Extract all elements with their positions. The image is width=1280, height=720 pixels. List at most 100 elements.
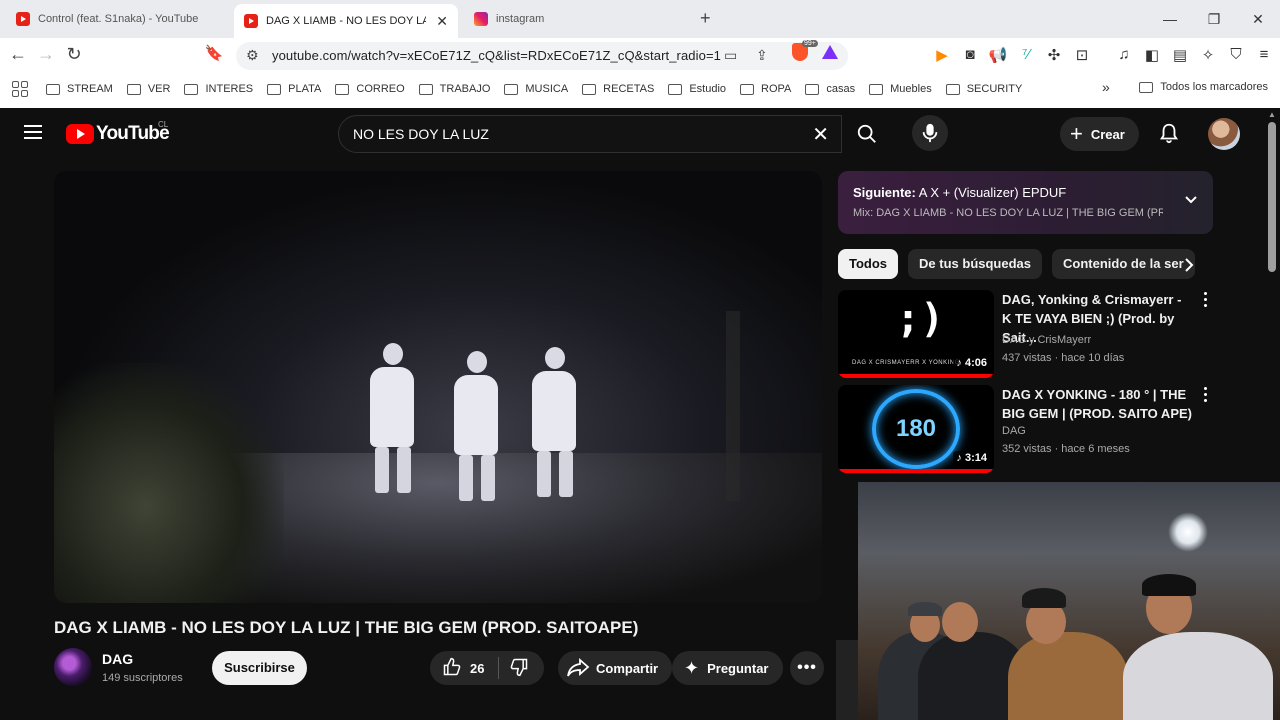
bookmark-label: STREAM bbox=[67, 83, 113, 95]
extension-icon[interactable]: ◙ bbox=[956, 46, 984, 64]
video-thumbnail[interactable]: ;) DAG X CRISMAYERR X YONKING ♪ 4:06 bbox=[838, 290, 994, 378]
dislike-button[interactable] bbox=[509, 657, 529, 680]
up-next-panel[interactable]: Siguiente: A X + (Visualizer) EPDUF Mix:… bbox=[838, 171, 1213, 234]
bookmark-folder[interactable]: TRABAJO bbox=[418, 83, 490, 95]
bookmark-folder[interactable]: CORREO bbox=[335, 83, 405, 95]
bookmark-folder[interactable]: MUSICA bbox=[504, 83, 568, 95]
bookmark-folder[interactable]: PLATA bbox=[267, 83, 321, 95]
sidebar-icon[interactable]: ◧ bbox=[1138, 46, 1166, 64]
puzzle-icon[interactable]: ✣ bbox=[1040, 46, 1068, 64]
recommendation-item[interactable]: ;) DAG X CRISMAYERR X YONKING ♪ 4:06 DAG… bbox=[838, 290, 1218, 380]
scroll-up-icon[interactable]: ▲ bbox=[1268, 110, 1276, 119]
translate-extension-icon[interactable]: ⁷⁄ bbox=[1012, 46, 1040, 64]
folder-icon bbox=[869, 83, 884, 95]
url-text[interactable]: youtube.com/watch?v=xECoE71Z_cQ&list=RDx… bbox=[272, 48, 721, 63]
bookmark-folder[interactable]: INTERES bbox=[184, 83, 253, 95]
reload-icon[interactable]: ↻ bbox=[62, 44, 86, 65]
bookmark-folder[interactable]: VER bbox=[126, 83, 170, 95]
channel-name[interactable]: DAG bbox=[102, 651, 133, 667]
more-options-icon[interactable] bbox=[1200, 387, 1210, 405]
youtube-icon bbox=[16, 12, 30, 26]
bookmark-icon[interactable]: 🔖 bbox=[202, 44, 226, 62]
share-button[interactable]: Compartir bbox=[558, 651, 673, 685]
all-bookmarks-label: Todos los marcadores bbox=[1160, 81, 1268, 93]
bookmark-label: MUSICA bbox=[525, 83, 569, 95]
notifications-button[interactable] bbox=[1158, 122, 1180, 149]
chevron-right-icon[interactable] bbox=[1182, 257, 1196, 273]
recommendation-title[interactable]: DAG X YONKING - 180 ° | THE BIG GEM | (P… bbox=[1002, 385, 1192, 423]
chevron-down-icon[interactable] bbox=[1183, 191, 1199, 207]
clear-search-icon[interactable]: ✕ bbox=[812, 122, 829, 147]
forward-icon[interactable]: → bbox=[34, 44, 58, 65]
minimize-icon[interactable]: — bbox=[1148, 0, 1192, 38]
play-extension-icon[interactable]: ▶ bbox=[928, 46, 956, 64]
like-count: 26 bbox=[470, 660, 485, 676]
subscribe-button[interactable]: Suscribirse bbox=[212, 651, 307, 685]
more-actions-button[interactable]: ••• bbox=[790, 651, 824, 685]
search-input[interactable]: NO LES DOY LA LUZ ✕ bbox=[338, 115, 842, 153]
menu-icon[interactable]: ≡ bbox=[1250, 46, 1278, 64]
tab-control[interactable]: Control (feat. S1naka) - YouTube bbox=[6, 5, 232, 33]
like-button[interactable] bbox=[442, 657, 462, 680]
more-options-icon[interactable] bbox=[1200, 292, 1210, 310]
bookmark-folder[interactable]: STREAM bbox=[46, 83, 113, 95]
folder-icon bbox=[335, 83, 350, 95]
apps-grid-icon[interactable] bbox=[12, 81, 28, 97]
close-tab-icon[interactable]: ✕ bbox=[436, 13, 448, 30]
side-strip bbox=[836, 640, 858, 720]
folder-icon bbox=[740, 83, 755, 95]
bookmark-folder[interactable]: Estudio bbox=[668, 83, 726, 95]
share-icon[interactable]: ⇪ bbox=[756, 47, 768, 64]
user-avatar[interactable] bbox=[1208, 118, 1240, 150]
bookmark-folder[interactable]: RECETAS bbox=[582, 83, 654, 95]
close-window-icon[interactable]: ✕ bbox=[1236, 0, 1280, 38]
watch-progress-bar bbox=[838, 469, 994, 473]
create-button[interactable]: + Crear bbox=[1060, 117, 1139, 151]
site-info-icon[interactable]: ⚙ bbox=[246, 47, 259, 64]
mix-title: Mix: DAG X LIAMB - NO LES DOY LA LUZ | T… bbox=[853, 207, 1163, 219]
tab-instagram[interactable]: instagram bbox=[464, 5, 690, 33]
hamburger-menu-icon[interactable] bbox=[24, 125, 42, 143]
screenshot-icon[interactable]: ⊡ bbox=[1068, 46, 1096, 64]
youtube-logo[interactable]: YouTube bbox=[66, 123, 170, 145]
all-bookmarks[interactable]: Todos los marcadores bbox=[1139, 81, 1268, 93]
ai-icon[interactable]: ✧ bbox=[1194, 46, 1222, 64]
megaphone-extension-icon[interactable]: 📢 bbox=[984, 46, 1012, 64]
bookmark-folder[interactable]: SECURITY bbox=[945, 83, 1022, 95]
back-icon[interactable]: ← bbox=[6, 44, 30, 65]
more-bookmarks-icon[interactable]: » bbox=[1102, 79, 1110, 95]
browser-chrome: Control (feat. S1naka) - YouTube DAG X L… bbox=[0, 0, 1280, 108]
channel-avatar[interactable] bbox=[54, 648, 92, 686]
ask-button[interactable]: ✦ Preguntar bbox=[672, 651, 783, 685]
cast-icon[interactable]: ▭ bbox=[724, 47, 737, 64]
new-tab-icon[interactable]: + bbox=[700, 8, 711, 29]
bookmark-folder[interactable]: Muebles bbox=[869, 83, 932, 95]
recommendation-channel[interactable]: DAG y CrisMayerr bbox=[1002, 334, 1091, 346]
webcam-person bbox=[1123, 632, 1273, 720]
bookmark-label: RECETAS bbox=[603, 83, 655, 95]
bookmark-folder[interactable]: ROPA bbox=[740, 83, 791, 95]
voice-search-button[interactable] bbox=[912, 115, 948, 151]
create-label: Crear bbox=[1090, 126, 1125, 142]
music-icon[interactable]: ♫ bbox=[1110, 46, 1138, 64]
chip-search-history[interactable]: De tus búsquedas bbox=[908, 249, 1042, 279]
bookmark-folder[interactable]: casas bbox=[805, 83, 855, 95]
recommendation-item[interactable]: 180 ♪ 3:14 DAG X YONKING - 180 ° | THE B… bbox=[838, 385, 1218, 475]
wallet-icon[interactable]: ▤ bbox=[1166, 46, 1194, 64]
up-next-title: A X + (Visualizer) EPDUF bbox=[918, 185, 1067, 200]
brave-rewards-icon[interactable] bbox=[822, 45, 838, 59]
vpn-icon[interactable]: ⛉ bbox=[1222, 46, 1250, 64]
tab-title: Control (feat. S1naka) - YouTube bbox=[38, 13, 199, 25]
address-bar[interactable]: ⚙ youtube.com/watch?v=xECoE71Z_cQ&list=R… bbox=[236, 42, 848, 70]
recommendation-channel[interactable]: DAG bbox=[1002, 425, 1026, 437]
search-query[interactable]: NO LES DOY LA LUZ bbox=[353, 126, 489, 142]
search-button[interactable] bbox=[842, 115, 892, 153]
maximize-icon[interactable]: ❐ bbox=[1192, 0, 1236, 38]
chip-series-content[interactable]: Contenido de la ser bbox=[1052, 249, 1195, 279]
tab-dag-video[interactable]: DAG X LIAMB - NO LES DOY LA LUZ ✕ bbox=[234, 4, 458, 38]
page-scrollbar[interactable] bbox=[1268, 122, 1276, 272]
video-thumbnail[interactable]: 180 ♪ 3:14 bbox=[838, 385, 994, 473]
chip-todos[interactable]: Todos bbox=[838, 249, 899, 279]
video-player[interactable] bbox=[54, 171, 822, 603]
tab-title: instagram bbox=[496, 13, 545, 25]
